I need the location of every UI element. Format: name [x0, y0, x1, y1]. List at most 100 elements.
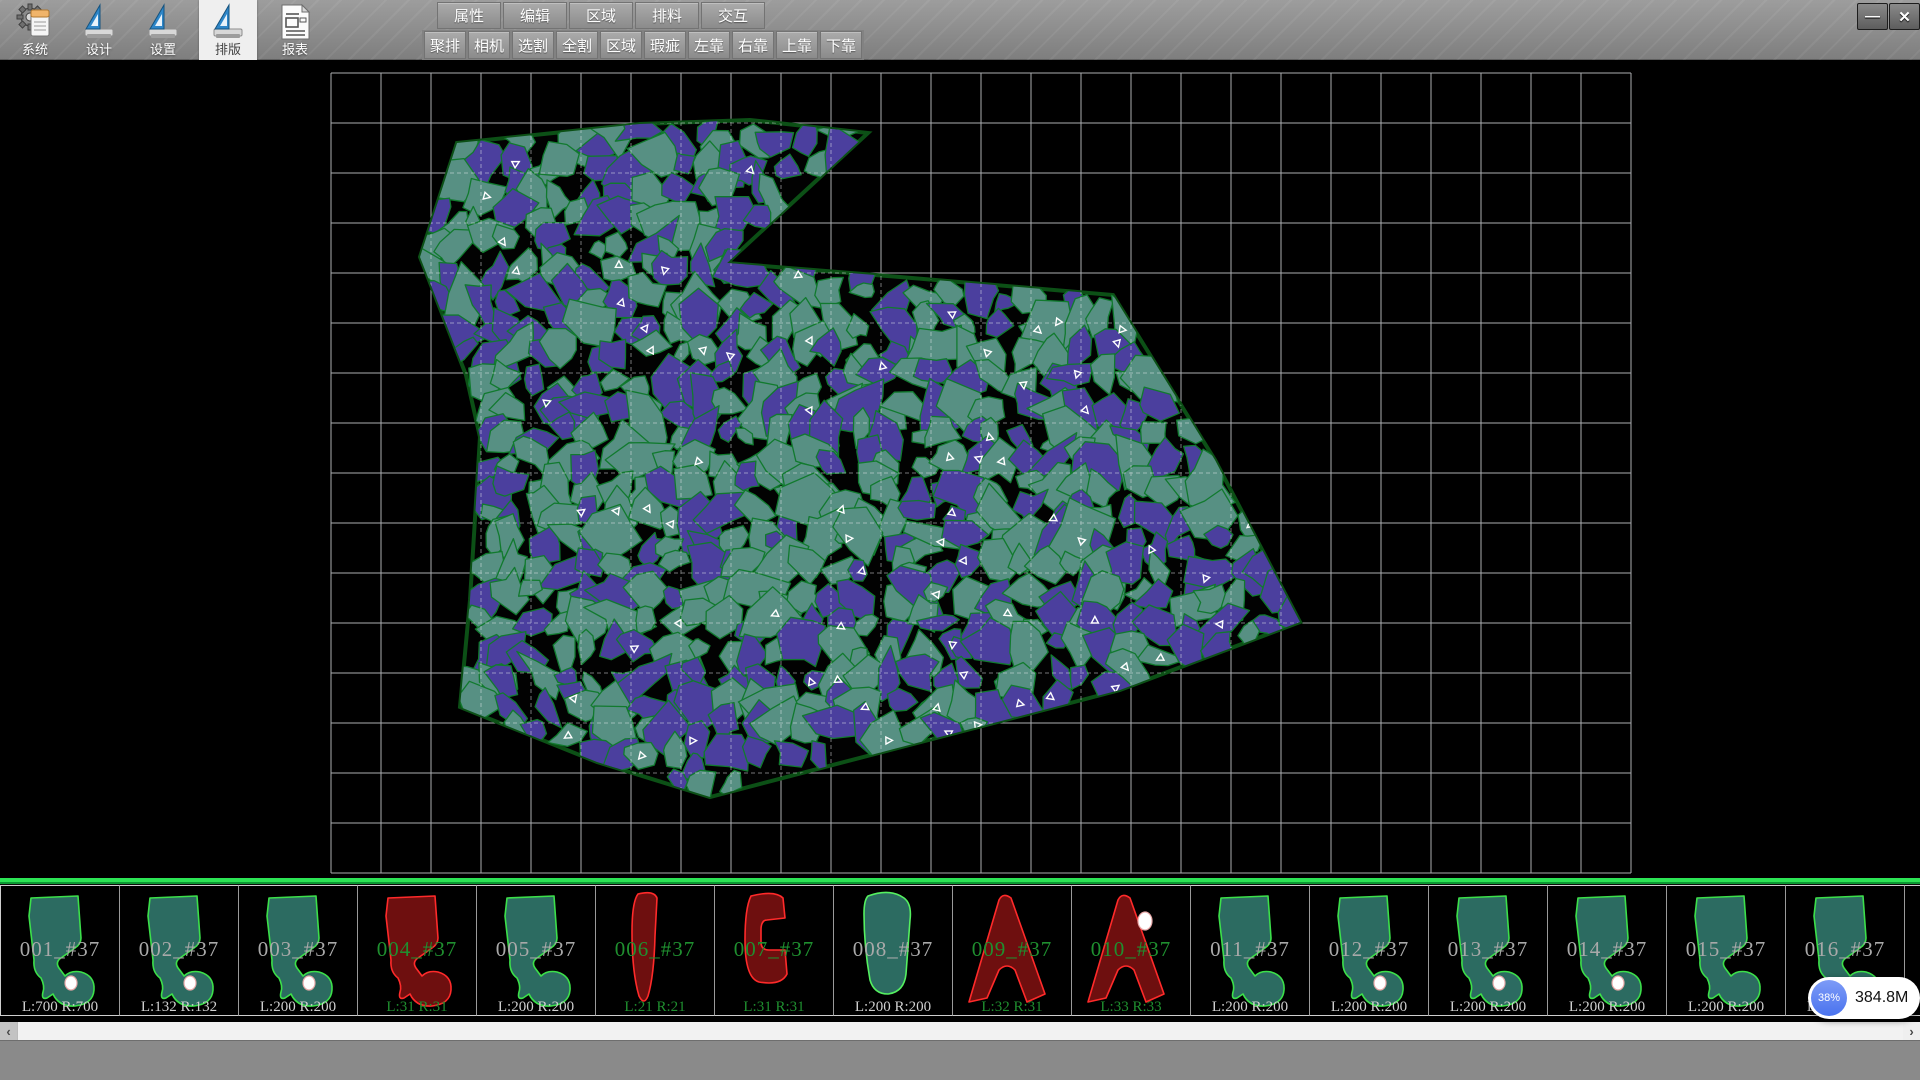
- piece-lr-label: L:200 R:200: [855, 999, 931, 1015]
- thumbnail-piece-004_#37[interactable]: 004_#37L:31 R:31: [358, 885, 477, 1016]
- memory-usage-pill: 38% 384.8M: [1808, 977, 1920, 1019]
- piece-shape-svg: 010_#37L:33 R:33: [1072, 886, 1190, 1016]
- piece-lr-label: L:200 R:200: [498, 999, 574, 1015]
- piece-id-label: 011_#37: [1210, 937, 1290, 961]
- thumbnail-piece-003_#37[interactable]: 003_#37 L:200 R:200: [239, 885, 358, 1016]
- piece-lr-label: L:200 R:200: [1569, 999, 1645, 1015]
- piece-lr-label: L:32 R:31: [981, 999, 1042, 1015]
- tool-button-7[interactable]: 左靠: [688, 31, 730, 59]
- piece-id-label: 010_#37: [1091, 937, 1172, 961]
- thumbnail-piece-005_#37[interactable]: 005_#37 L:200 R:200: [477, 885, 596, 1016]
- piece-hole: [1138, 912, 1152, 930]
- menu-tab-4[interactable]: 排料: [635, 2, 699, 29]
- piece-id-label: 014_#37: [1567, 937, 1648, 961]
- piece-lr-label: L:200 R:200: [260, 999, 336, 1015]
- thumbnail-piece-010_#37[interactable]: 010_#37L:33 R:33: [1072, 885, 1191, 1016]
- thumbnail-list: 001_#37 L:700 R:700 002_#37 L:132 R:132 003_…: [0, 884, 1920, 1016]
- piece-id-label: 012_#37: [1329, 937, 1410, 961]
- tool-button-4[interactable]: 全割: [556, 31, 598, 59]
- minimize-button[interactable]: —: [1857, 3, 1888, 30]
- close-button[interactable]: ✕: [1889, 3, 1920, 30]
- thumbnail-piece-007_#37[interactable]: 007_#37 L:31 R:31: [715, 885, 834, 1016]
- thumbnail-piece-011_#37[interactable]: 011_#37 L:200 R:200: [1191, 885, 1310, 1016]
- piece-shape-svg: 001_#37 L:700 R:700: [1, 886, 119, 1016]
- piece-lr-label: L:132 R:132: [141, 999, 217, 1015]
- toolbar-item-5[interactable]: 报表: [266, 0, 324, 60]
- set-square-icon: [208, 2, 248, 42]
- piece-lr-label: L:200 R:200: [1688, 999, 1764, 1015]
- tool-button-9[interactable]: 上靠: [776, 31, 818, 59]
- nested-pieces: [408, 109, 1315, 801]
- thumbnail-piece-012_#37[interactable]: 012_#37 L:200 R:200: [1310, 885, 1429, 1016]
- piece-hole: [1612, 976, 1624, 990]
- piece-id-label: 016_#37: [1805, 937, 1886, 961]
- piece-id-label: 002_#37: [139, 937, 220, 961]
- thumbnail-piece-009_#37[interactable]: 009_#37 L:32 R:31: [953, 885, 1072, 1016]
- thumbnail-piece-014_#37[interactable]: 014_#37 L:200 R:200: [1548, 885, 1667, 1016]
- piece-id-label: 015_#37: [1686, 937, 1767, 961]
- piece-shape-svg: 002_#37 L:132 R:132: [120, 886, 238, 1016]
- piece-id-label: 008_#37: [853, 937, 934, 961]
- thumbnail-piece-001_#37[interactable]: 001_#37 L:700 R:700: [0, 885, 120, 1016]
- scrollbar-thumb[interactable]: [17, 1022, 1905, 1040]
- nesting-canvas[interactable]: [0, 60, 1920, 878]
- tool-button-3[interactable]: 选割: [512, 31, 554, 59]
- set-square-icon: [143, 2, 183, 42]
- tool-button-1[interactable]: 聚排: [424, 31, 466, 59]
- close-icon: ✕: [1898, 8, 1911, 26]
- tool-button-8[interactable]: 右靠: [732, 31, 774, 59]
- toolbar-item-label: 报表: [282, 42, 308, 57]
- piece-id-label: 006_#37: [615, 937, 696, 961]
- menu-tab-row: 属性编辑区域排料交互: [437, 2, 765, 29]
- report-doc-icon: [275, 2, 315, 42]
- piece-id-label: 005_#37: [496, 937, 577, 961]
- status-bar: [0, 1040, 1920, 1080]
- toolbar-item-3[interactable]: 设置: [134, 0, 192, 60]
- piece-shape-svg: 007_#37 L:31 R:31: [715, 886, 833, 1016]
- piece-hole: [65, 976, 77, 990]
- menu-tab-2[interactable]: 编辑: [503, 2, 567, 29]
- piece-id-label: 001_#37: [20, 937, 101, 961]
- piece-shape-svg: 013_#37L:200 R:200: [1429, 886, 1547, 1016]
- memory-size-label: 384.8M: [1855, 989, 1908, 1007]
- menu-tab-3[interactable]: 区域: [569, 2, 633, 29]
- piece-lr-label: L:200 R:200: [1331, 999, 1407, 1015]
- progress-circle: 38%: [1811, 980, 1847, 1016]
- thumbnail-piece-006_#37[interactable]: 006_#37L:21 R:21: [596, 885, 715, 1016]
- toolbar-item-label: 系统: [22, 42, 48, 57]
- toolbar-item-label: 设计: [86, 42, 112, 57]
- tool-button-6[interactable]: 瑕疵: [644, 31, 686, 59]
- toolbar-item-1[interactable]: 系统: [6, 0, 64, 60]
- scroll-right-button[interactable]: ›: [1903, 1022, 1920, 1040]
- thumbnail-piece-013_#37[interactable]: 013_#37L:200 R:200: [1429, 885, 1548, 1016]
- piece-shape-svg: 005_#37 L:200 R:200: [477, 886, 595, 1016]
- piece-id-label: 003_#37: [258, 937, 339, 961]
- piece-id-label: 009_#37: [972, 937, 1053, 961]
- thumbnail-piece-015_#37[interactable]: 015_#37 L:200 R:200: [1667, 885, 1786, 1016]
- piece-lr-label: L:200 R:200: [1212, 999, 1288, 1015]
- tool-button-2[interactable]: 相机: [468, 31, 510, 59]
- piece-lr-label: L:700 R:700: [22, 999, 98, 1015]
- piece-shape-svg: 006_#37L:21 R:21: [596, 886, 714, 1016]
- piece-hole: [303, 976, 315, 990]
- piece-shape-svg: 015_#37 L:200 R:200: [1667, 886, 1785, 1016]
- piece-shape-svg: 011_#37 L:200 R:200: [1191, 886, 1309, 1016]
- piece-hole: [1374, 976, 1386, 990]
- scroll-left-button[interactable]: ‹: [0, 1022, 17, 1040]
- gear-notepad-icon: [15, 2, 55, 42]
- horizontal-scrollbar: ‹ ›: [0, 1022, 1920, 1040]
- menu-tab-5[interactable]: 交互: [701, 2, 765, 29]
- thumbnail-piece-002_#37[interactable]: 002_#37 L:132 R:132: [120, 885, 239, 1016]
- tool-button-5[interactable]: 区域: [600, 31, 642, 59]
- piece-hole: [184, 976, 196, 990]
- minimize-icon: —: [1865, 8, 1880, 25]
- piece-lr-label: L:31 R:31: [386, 999, 447, 1015]
- toolbar-item-2[interactable]: 设计: [70, 0, 128, 60]
- menu-tab-1[interactable]: 属性: [437, 2, 501, 29]
- toolbar-item-4[interactable]: 排版: [199, 0, 257, 60]
- piece-shape-svg: 009_#37 L:32 R:31: [953, 886, 1071, 1016]
- thumbnail-piece-008_#37[interactable]: 008_#37 L:200 R:200: [834, 885, 953, 1016]
- piece-id-label: 007_#37: [734, 937, 815, 961]
- tool-button-10[interactable]: 下靠: [820, 31, 862, 59]
- piece-lr-label: L:31 R:31: [743, 999, 804, 1015]
